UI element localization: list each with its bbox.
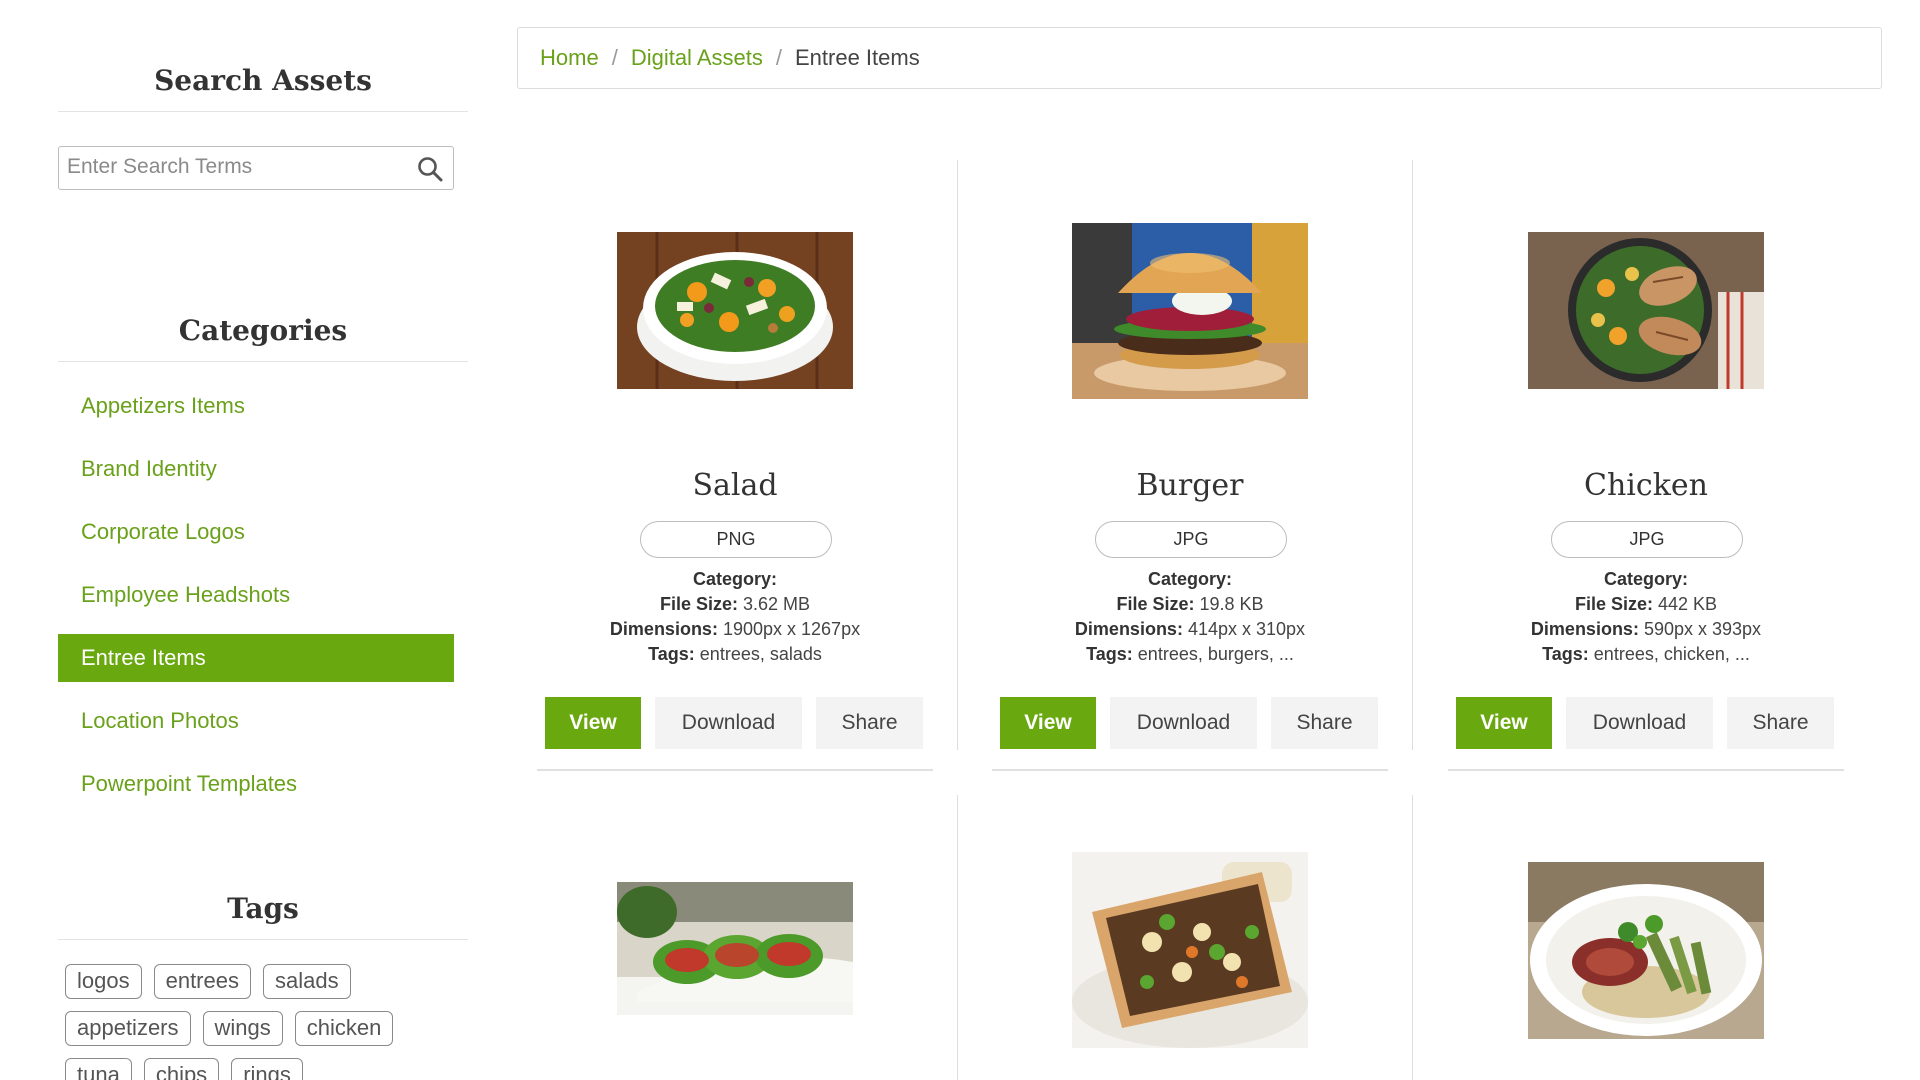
search-input[interactable] — [59, 147, 389, 187]
tag-chip[interactable]: tuna — [65, 1058, 132, 1080]
meta-dimensions-value: 590px x 393px — [1643, 619, 1762, 639]
download-button[interactable]: Download — [1566, 697, 1713, 749]
category-item-appetizers[interactable]: Appetizers Items — [58, 382, 454, 430]
asset-thumbnail[interactable] — [1072, 223, 1308, 399]
card-divider — [537, 769, 933, 771]
column-divider — [1412, 795, 1413, 1080]
tags-heading: Tags — [58, 892, 468, 940]
category-item-brand-identity[interactable]: Brand Identity — [58, 445, 454, 493]
share-button[interactable]: Share — [816, 697, 923, 749]
tag-cloud: logos entrees salads appetizers wings ch… — [65, 964, 465, 1080]
asset-thumbnail[interactable] — [1528, 232, 1764, 389]
breadcrumb-home[interactable]: Home — [540, 45, 599, 71]
category-item-employee-headshots[interactable]: Employee Headshots — [58, 571, 454, 619]
meta-tags-value: entrees, burgers, ... — [1137, 644, 1294, 664]
tag-chip[interactable]: rings — [231, 1058, 303, 1080]
asset-title: Salad — [692, 468, 778, 503]
format-badge: JPG — [1095, 521, 1287, 558]
tag-chip[interactable]: wings — [202, 1011, 283, 1046]
meta-label: Category: — [1603, 569, 1688, 589]
asset-thumbnail[interactable] — [617, 232, 853, 389]
breadcrumb-digital-assets[interactable]: Digital Assets — [631, 45, 763, 71]
category-item-entree-items[interactable]: Entree Items — [58, 634, 454, 682]
tag-chip[interactable]: entrees — [153, 964, 251, 999]
meta-tags-value: entrees, salads — [699, 644, 822, 664]
category-item-corporate-logos[interactable]: Corporate Logos — [58, 508, 454, 556]
breadcrumb-current: Entree Items — [795, 45, 920, 70]
asset-meta: Category: File Size: 19.8 KB Dimensions:… — [992, 567, 1388, 667]
asset-actions: View Download Share — [1000, 697, 1378, 749]
categories-heading: Categories — [58, 314, 468, 362]
format-badge: PNG — [640, 521, 832, 558]
meta-file-size-value: 19.8 KB — [1199, 594, 1264, 614]
tag-chip[interactable]: chips — [143, 1058, 220, 1080]
category-list: Appetizers Items Brand Identity Corporat… — [58, 382, 454, 823]
download-button[interactable]: Download — [655, 697, 802, 749]
meta-label: Tags: — [1542, 644, 1589, 664]
format-badge: JPG — [1551, 521, 1743, 558]
meta-label: Tags: — [1086, 644, 1133, 664]
asset-title: Chicken — [1584, 468, 1708, 503]
search-heading: Search Assets — [58, 64, 468, 112]
asset-title: Burger — [1136, 468, 1244, 503]
search-box — [58, 146, 454, 190]
asset-actions: View Download Share — [545, 697, 923, 749]
asset-meta: Category: File Size: 442 KB Dimensions: … — [1448, 567, 1844, 667]
meta-dimensions-value: 414px x 310px — [1187, 619, 1306, 639]
meta-label: Category: — [692, 569, 777, 589]
meta-label: Dimensions: — [1074, 619, 1183, 639]
breadcrumb-separator: / — [611, 45, 618, 70]
asset-meta: Category: File Size: 3.62 MB Dimensions:… — [537, 567, 933, 667]
share-button[interactable]: Share — [1271, 697, 1378, 749]
asset-thumbnail[interactable] — [1072, 852, 1308, 1048]
asset-actions: View Download Share — [1456, 697, 1834, 749]
share-button[interactable]: Share — [1727, 697, 1834, 749]
breadcrumb: Home / Digital Assets / Entree Items — [517, 27, 1882, 89]
tag-chip[interactable]: salads — [262, 964, 351, 999]
meta-label: Category: — [1147, 569, 1232, 589]
meta-label: Dimensions: — [609, 619, 718, 639]
meta-label: File Size: — [1574, 594, 1653, 614]
meta-label: File Size: — [1116, 594, 1195, 614]
card-divider — [1448, 769, 1844, 771]
meta-label: Tags: — [648, 644, 695, 664]
asset-thumbnail[interactable] — [617, 882, 853, 1015]
breadcrumb-separator: / — [775, 45, 782, 70]
meta-dimensions-value: 1900px x 1267px — [722, 619, 861, 639]
view-button[interactable]: View — [1000, 697, 1096, 749]
search-icon[interactable] — [417, 156, 443, 182]
card-divider — [992, 769, 1388, 771]
meta-label: Dimensions: — [1530, 619, 1639, 639]
tag-chip[interactable]: logos — [65, 964, 142, 999]
meta-label: File Size: — [659, 594, 738, 614]
column-divider — [1412, 160, 1413, 750]
column-divider — [957, 795, 958, 1080]
meta-file-size-value: 3.62 MB — [743, 594, 811, 614]
column-divider — [957, 160, 958, 750]
download-button[interactable]: Download — [1110, 697, 1257, 749]
view-button[interactable]: View — [545, 697, 641, 749]
view-button[interactable]: View — [1456, 697, 1552, 749]
category-item-powerpoint-templates[interactable]: Powerpoint Templates — [58, 760, 454, 808]
meta-file-size-value: 442 KB — [1658, 594, 1718, 614]
tag-chip[interactable]: appetizers — [65, 1011, 191, 1046]
asset-thumbnail[interactable] — [1528, 862, 1764, 1039]
meta-tags-value: entrees, chicken, ... — [1593, 644, 1750, 664]
category-item-location-photos[interactable]: Location Photos — [58, 697, 454, 745]
tag-chip[interactable]: chicken — [294, 1011, 394, 1046]
